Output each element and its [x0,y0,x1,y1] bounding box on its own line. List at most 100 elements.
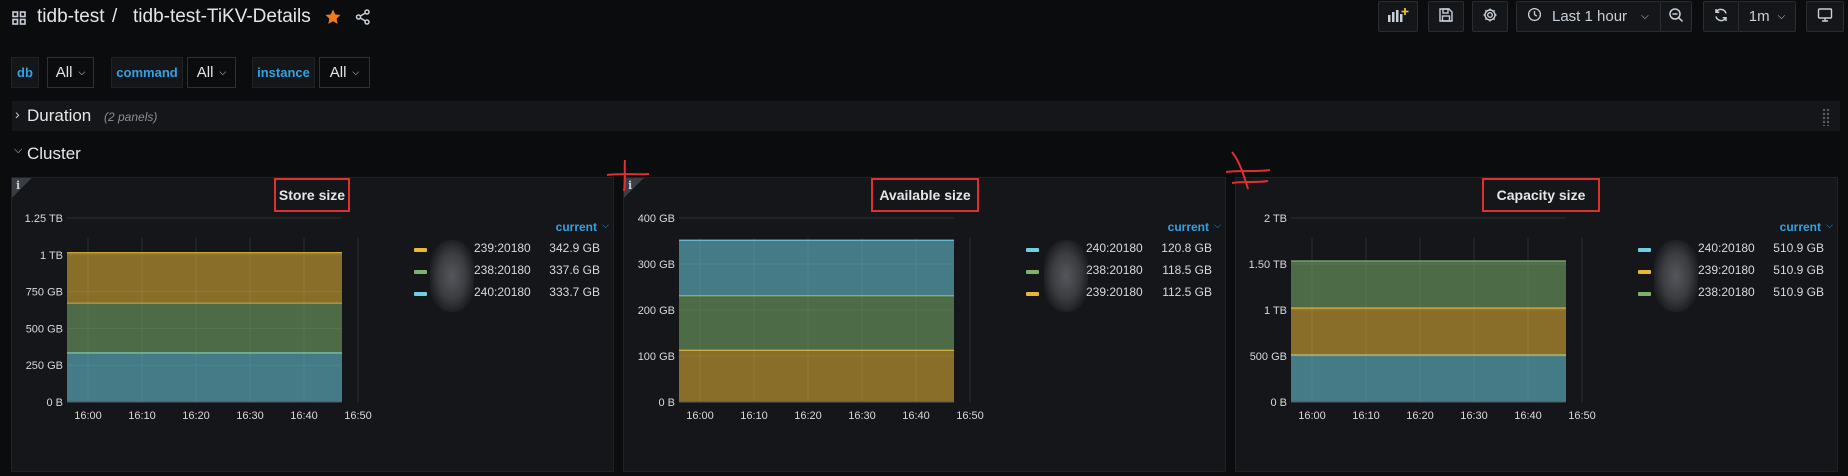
annotation-mark [606,159,650,192]
time-range-picker[interactable]: Last 1 hour ⌵ [1516,1,1661,32]
variable-instance-label: instance [252,57,315,88]
y-tick-label: 500 GB [26,323,63,335]
area-series-240-20180[interactable] [679,240,954,296]
y-tick-label: 1 TB [40,250,63,262]
area-series-240-20180[interactable] [67,352,342,402]
legend-series-name: 240:20180 [474,285,531,299]
x-tick-label: 16:10 [128,410,156,422]
y-tick-label: 0 B [658,397,675,409]
monitor-icon [1817,7,1833,27]
legend-header-current[interactable]: current [556,220,597,234]
add-panel-icon [1387,7,1409,27]
x-tick-label: 16:30 [848,410,876,422]
chevron-down-icon: ⌵ [602,220,609,230]
redacted-region [430,240,474,312]
x-tick-label: 16:00 [74,410,102,422]
x-tick-label: 16:30 [236,410,264,422]
chevron-down-icon: ⌵ [14,144,23,156]
row-cluster[interactable]: ⌵ Cluster [12,140,212,166]
row-duration[interactable]: › Duration (2 panels) [12,101,1840,131]
legend-series-name: 239:20180 [474,241,531,255]
y-tick-label: 300 GB [638,259,675,271]
legend-series-name: 239:20180 [1698,263,1755,277]
legend-series-name: 238:20180 [1086,263,1143,277]
variable-instance-select[interactable]: All ⌵ [319,57,370,88]
legend-series-name: 238:20180 [1698,285,1755,299]
annotation-mark [1225,151,1271,190]
area-series-238-20180[interactable] [67,303,342,353]
area-series-240-20180[interactable] [1291,354,1566,402]
store-size-chart[interactable]: 0 B 250 GB 500 GB 750 GB 1 TB 1.25 TB 16:00 16:… [12,178,392,473]
y-tick-label: 1.50 TB [1249,259,1287,271]
legend-series-name: 240:20180 [1698,241,1755,255]
legend-swatch [1638,292,1651,296]
legend-series-value: 342.9 GB [549,241,600,255]
variable-db-select[interactable]: All ⌵ [47,57,94,88]
share-icon[interactable] [355,9,371,30]
chevron-down-icon: ⌵ [1777,11,1786,22]
chevron-down-icon: ⌵ [78,67,86,77]
area-series-239-20180[interactable] [679,350,954,402]
chevron-down-icon: ⌵ [1641,11,1649,22]
page-title[interactable]: tidb-test-TiKV-Details [133,6,311,28]
x-tick-label: 16:20 [1406,410,1434,422]
x-tick-label: 16:00 [1298,410,1326,422]
gear-icon [1482,7,1498,27]
legend-header-current[interactable]: current [1780,220,1821,234]
legend-header-current[interactable]: current [1168,220,1209,234]
apps-grid-icon[interactable] [12,11,26,25]
breadcrumb-folder[interactable]: tidb-test [37,6,105,28]
chevron-down-icon: ⌵ [1826,220,1833,230]
legend-swatch [414,248,427,252]
x-tick-label: 16:50 [344,410,372,422]
area-series-239-20180[interactable] [1291,307,1566,355]
x-tick-label: 16:20 [794,410,822,422]
y-tick-label: 200 GB [638,305,675,317]
add-panel-button[interactable] [1378,1,1418,32]
x-tick-label: 16:40 [290,410,318,422]
chevron-right-icon: › [15,106,20,122]
area-series-238-20180[interactable] [679,295,954,351]
variable-db-value: All [55,64,73,81]
legend-series-name: 240:20180 [1086,241,1143,255]
capacity-size-chart[interactable]: 0 B 500 GB 1 TB 1.50 TB 2 TB 16:00 16:10 16:20 1… [1236,178,1616,473]
legend-swatch [1026,248,1039,252]
available-size-chart[interactable]: 0 B 100 GB 200 GB 300 GB 400 GB 16:00 16:10 16:… [624,178,1004,473]
variable-db-label: db [11,57,39,88]
legend-series-value: 510.9 GB [1773,263,1824,277]
panel-available-size[interactable]: i Available size 0 B 100 GB 200 GB 300 GB 40… [623,177,1226,472]
legend-swatch [414,270,427,274]
area-series-238-20180[interactable] [1291,260,1566,308]
legend-swatch [1026,292,1039,296]
row-duration-count: (2 panels) [104,110,158,124]
save-icon [1438,7,1454,27]
panel-store-size[interactable]: i Store size 0 B 250 GB 500 GB 750 GB 1 TB 1.… [11,177,614,472]
legend-swatch [1638,248,1651,252]
legend-series-value: 112.5 GB [1162,285,1212,299]
zoom-out-button[interactable] [1660,1,1692,32]
row-cluster-title: Cluster [27,144,81,163]
legend-series-name: 239:20180 [1086,285,1143,299]
area-series-239-20180[interactable] [67,252,342,304]
legend-series-value: 118.5 GB [1162,263,1212,277]
refresh-button[interactable] [1703,1,1739,32]
tv-mode-button[interactable] [1806,1,1844,32]
drag-handle-icon[interactable] [1822,108,1830,126]
star-icon[interactable] [324,8,342,31]
x-tick-label: 16:40 [902,410,930,422]
chevron-down-icon: ⌵ [219,67,227,77]
y-tick-label: 1.25 TB [25,213,63,225]
refresh-interval-label: 1m [1748,8,1770,25]
panel-capacity-size[interactable]: Capacity size 0 B 500 GB 1 TB 1.50 TB 2 TB 16… [1235,177,1838,472]
row-duration-title: Duration [27,106,92,125]
x-tick-label: 16:10 [740,410,768,422]
zoom-out-icon [1668,7,1684,27]
save-dashboard-button[interactable] [1428,1,1464,32]
x-tick-label: 16:50 [956,410,984,422]
legend-series-name: 238:20180 [474,263,531,277]
y-tick-label: 1 TB [1264,305,1287,317]
refresh-interval-picker[interactable]: 1m ⌵ [1738,1,1796,32]
variable-command-select[interactable]: All ⌵ [187,57,236,88]
legend-swatch [1638,270,1651,274]
dashboard-settings-button[interactable] [1472,1,1508,32]
